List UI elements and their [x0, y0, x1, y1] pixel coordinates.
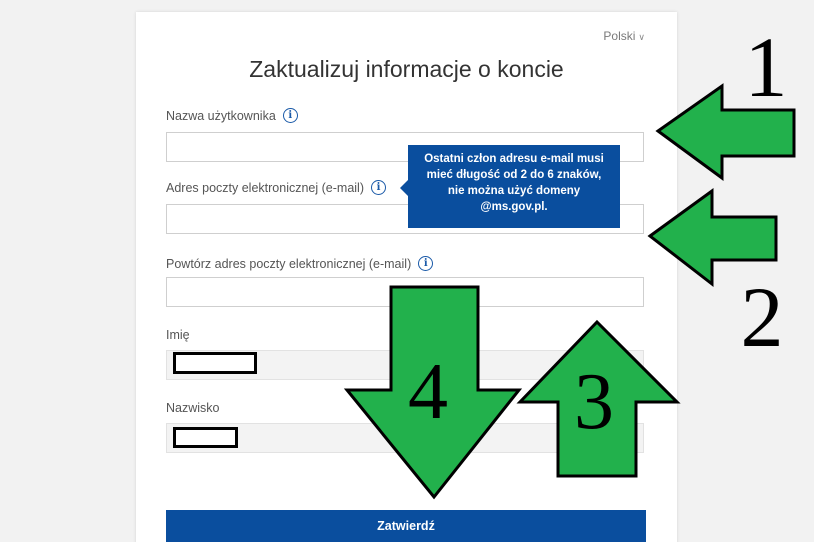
annotation-arrow-1: [655, 83, 796, 181]
language-label: Polski: [603, 29, 636, 43]
chevron-down-icon: ∨: [638, 32, 645, 42]
tooltip-line: @ms.gov.pl.: [480, 201, 548, 213]
redaction-box: [173, 427, 238, 448]
first-name-label-text: Imię: [166, 328, 190, 342]
email-label: Adres poczty elektronicznej (e-mail) i: [166, 180, 386, 195]
info-icon[interactable]: i: [418, 256, 434, 271]
tooltip-line: Ostatni człon adresu e-mail musi: [424, 153, 604, 165]
info-icon[interactable]: i: [371, 180, 386, 195]
last-name-label: Nazwisko: [166, 401, 220, 415]
account-update-form-card: Polski ∨ Zaktualizuj informacje o koncie…: [136, 12, 677, 542]
email-repeat-input[interactable]: [166, 277, 644, 307]
last-name-label-text: Nazwisko: [166, 401, 220, 415]
screen: Polski ∨ Zaktualizuj informacje o koncie…: [0, 0, 814, 542]
annotation-number-1: 1: [745, 19, 788, 115]
username-label-text: Nazwa użytkownika: [166, 108, 276, 123]
redaction-box: [173, 352, 257, 374]
tooltip-line: nie można użyć domeny: [447, 185, 581, 197]
submit-button[interactable]: Zatwierdź: [166, 510, 646, 542]
username-label: Nazwa użytkownika i: [166, 108, 298, 123]
language-selector[interactable]: Polski ∨: [603, 29, 645, 43]
email-validation-tooltip: Ostatni człon adresu e-mail musi mieć dł…: [408, 145, 620, 228]
email-label-text: Adres poczty elektronicznej (e-mail): [166, 180, 364, 195]
annotation-number-2: 2: [741, 269, 784, 365]
email-repeat-label-text: Powtórz adres poczty elektronicznej (e-m…: [166, 256, 412, 271]
tooltip-pointer: [400, 180, 408, 196]
email-repeat-label: Powtórz adres poczty elektronicznej (e-m…: [166, 256, 434, 271]
tooltip-line: mieć długość od 2 do 6 znaków,: [426, 169, 602, 181]
page-title: Zaktualizuj informacje o koncie: [249, 56, 564, 82]
info-icon[interactable]: i: [282, 108, 298, 123]
first-name-label: Imię: [166, 328, 190, 342]
